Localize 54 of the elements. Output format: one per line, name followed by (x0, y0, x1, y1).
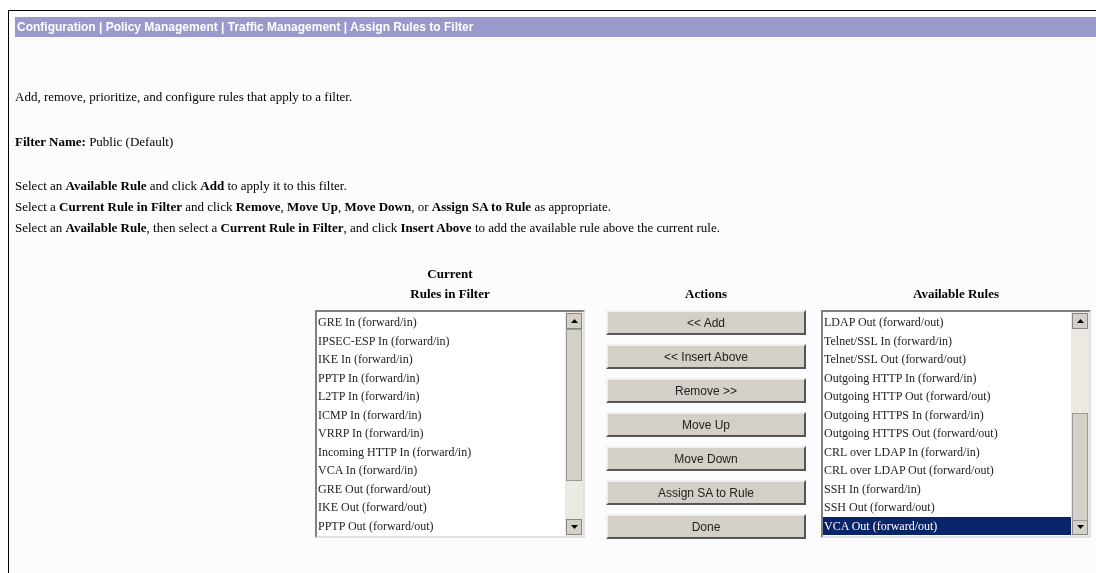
scrollbar[interactable] (565, 312, 583, 536)
action-button[interactable]: << Insert Above (606, 344, 806, 369)
column-heading: Actions (685, 285, 727, 303)
rule-option[interactable]: Telnet/SSL Out (forward/out) (823, 350, 1071, 369)
column-heading: Current (427, 265, 473, 283)
action-button[interactable]: Remove >> (606, 378, 806, 403)
up-arrow-icon (1076, 319, 1084, 323)
action-button[interactable]: Assign SA to Rule (606, 480, 806, 505)
rule-option[interactable]: GRE Out (forward/out) (317, 479, 565, 498)
scroll-up-button[interactable] (1072, 313, 1088, 329)
instruction-text: Select an Available Rule and click Add to apply it to this filter. (15, 177, 348, 195)
rule-option[interactable]: IKE In (forward/in) (317, 350, 565, 369)
instruction-text: Select a Current Rule in Filter and click Remove, Move Up, Move Down, or Assign SA to Rule as appropriate. (15, 198, 612, 216)
rule-option[interactable]: Outgoing HTTP Out (forward/out) (823, 387, 1071, 406)
filter-name: Filter Name: Public (Default) (15, 132, 175, 151)
rule-list[interactable] (315, 310, 585, 538)
rule-option[interactable]: Telnet/SSL In (forward/in) (823, 331, 1071, 350)
breadcrumb-bar: Configuration | Policy Management | Traffic Management | Assign Rules to Filter (15, 17, 1096, 37)
rule-option[interactable]: PPTP In (forward/in) (317, 368, 565, 387)
rule-option[interactable]: ICMP In (forward/in) (317, 405, 565, 424)
action-button[interactable]: Move Up (606, 412, 806, 437)
rule-option[interactable]: IKE Out (forward/out) (317, 498, 565, 517)
rule-option[interactable]: SSH Out (forward/out) (823, 498, 1071, 517)
rule-option[interactable]: Outgoing HTTPS Out (forward/out) (823, 424, 1071, 443)
scroll-up-button[interactable] (566, 313, 582, 329)
column-heading: Rules in Filter (410, 285, 490, 303)
down-arrow-icon (570, 525, 578, 529)
rule-option[interactable]: CRL over LDAP In (forward/in) (823, 442, 1071, 461)
rule-option[interactable]: VCA Out (forward/out) (823, 516, 1071, 535)
rule-option[interactable]: LDAP Out (forward/out) (823, 313, 1071, 332)
intro-text: Add, remove, prioritize, and configure rules that apply to a filter. (15, 88, 354, 106)
instruction-text: Select an Available Rule, then select a Current Rule in Filter, and click Insert Above to add the available rule above the current rule. (15, 219, 721, 237)
up-arrow-icon (570, 319, 578, 323)
rule-option[interactable]: Outgoing HTTPS In (forward/in) (823, 405, 1071, 424)
rule-option[interactable]: CRL over LDAP Out (forward/out) (823, 461, 1071, 480)
action-button[interactable]: << Add (606, 310, 806, 335)
scroll-down-button[interactable] (566, 519, 582, 535)
rule-option[interactable]: Incoming HTTP In (forward/in) (317, 442, 565, 461)
scroll-thumb[interactable] (566, 329, 582, 481)
rule-option[interactable]: PPTP Out (forward/out) (317, 516, 565, 535)
rule-option[interactable]: SSH In (forward/in) (823, 479, 1071, 498)
rule-option[interactable]: GRE In (forward/in) (317, 313, 565, 332)
rule-option[interactable]: Outgoing HTTP In (forward/in) (823, 368, 1071, 387)
rule-list[interactable] (821, 310, 1091, 538)
scrollbar[interactable] (1071, 312, 1089, 536)
action-button[interactable]: Done (606, 514, 806, 539)
rule-option[interactable]: VCA In (forward/in) (317, 461, 565, 480)
rule-option[interactable]: IPSEC-ESP In (forward/in) (317, 331, 565, 350)
down-arrow-icon (1076, 525, 1084, 529)
scroll-thumb[interactable] (1072, 413, 1088, 521)
column-heading: Available Rules (912, 285, 1000, 303)
rule-option[interactable]: VRRP In (forward/in) (317, 424, 565, 443)
rule-option[interactable]: L2TP In (forward/in) (317, 387, 565, 406)
action-button[interactable]: Move Down (606, 446, 806, 471)
